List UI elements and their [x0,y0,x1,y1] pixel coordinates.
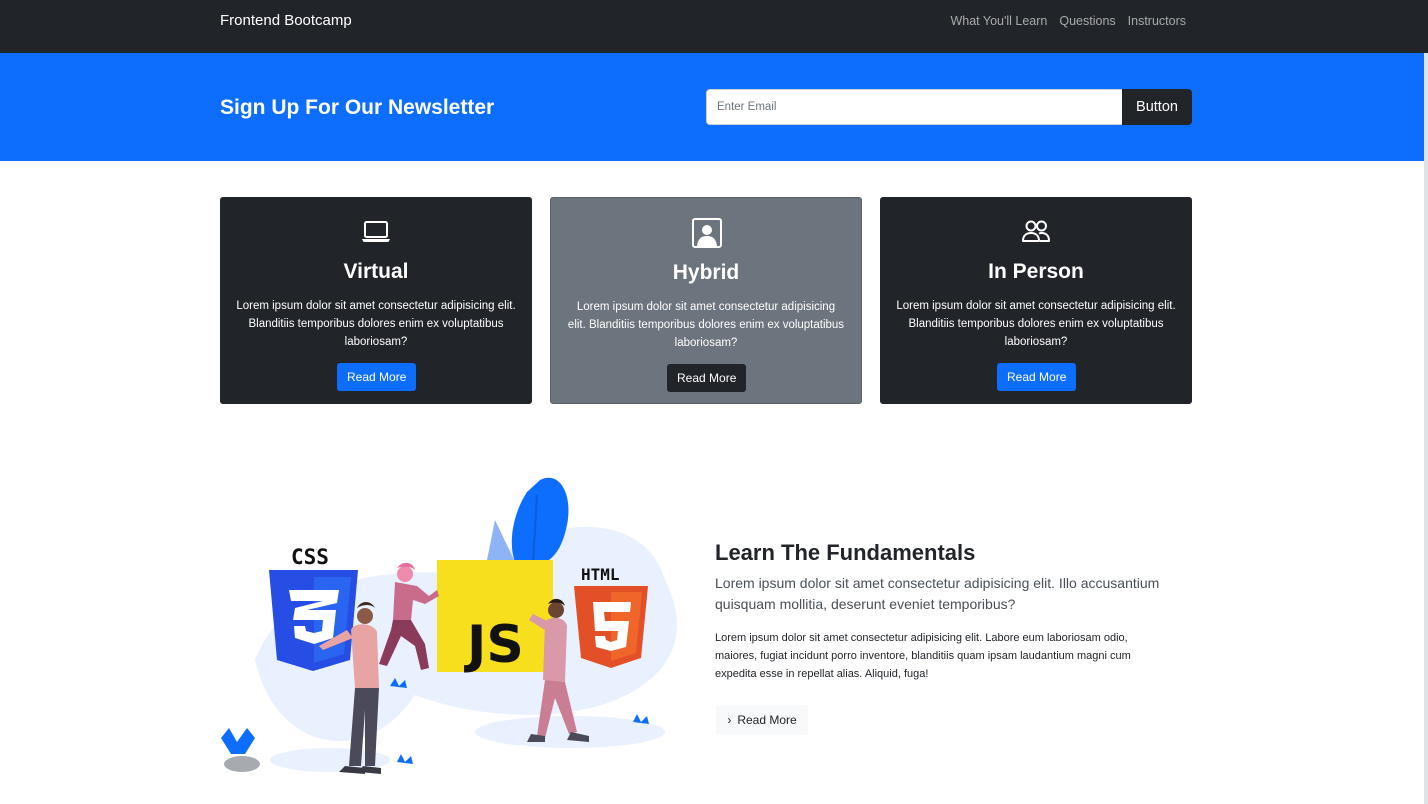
card-text: Lorem ipsum dolor sit amet consectetur a… [236,300,516,348]
nav-link-questions[interactable]: Questions [1059,12,1115,30]
card-read-more-button[interactable]: Read More [667,364,747,392]
svg-text:CSS: CSS [291,545,329,569]
card-virtual: Virtual Lorem ipsum dolor sit amet conse… [220,197,532,404]
brand-link[interactable]: Frontend Bootcamp [220,11,352,31]
newsletter-title: Sign Up For Our Newsletter [220,96,495,119]
plant-decoration [221,728,255,754]
card-title: In Person [988,260,1084,283]
learn-title: Learn The Fundamentals [715,540,976,565]
nav-link-instructors[interactable]: Instructors [1128,12,1186,30]
css-logo: CSS [269,545,358,671]
newsletter-submit-button[interactable]: Button [1122,89,1192,125]
email-input[interactable] [706,89,1122,125]
nav-link-what-youll-learn[interactable]: What You'll Learn [950,12,1047,30]
learn-read-more-label: Read More [737,713,797,727]
scrollbar[interactable] [1424,53,1428,804]
card-text: Lorem ipsum dolor sit amet consectetur a… [567,301,845,349]
card-title: Virtual [343,260,409,283]
nav-links: What You'll Learn Questions Instructors [950,12,1186,30]
learn-body-text: Lorem ipsum dolor sit amet consectetur a… [715,632,1131,680]
svg-text:HTML: HTML [581,565,620,584]
card-in-person: In Person Lorem ipsum dolor sit amet con… [880,197,1192,404]
boxes-section: Virtual Lorem ipsum dolor sit amet conse… [220,197,1192,404]
person-square-icon [692,218,722,248]
card-title: Hybrid [672,261,740,284]
card-text: Lorem ipsum dolor sit amet consectetur a… [896,300,1176,348]
fundamentals-illustration: CSS JS HTML [221,477,677,774]
card-read-more-button[interactable]: Read More [997,363,1077,391]
svg-text:JS: JS [464,615,524,675]
card-hybrid: Hybrid Lorem ipsum dolor sit amet consec… [550,197,862,404]
navbar: Frontend Bootcamp What You'll Learn Ques… [0,0,1428,53]
newsletter-section: Sign Up For Our Newsletter Button [0,53,1424,161]
learn-read-more-button[interactable]: › Read More [716,705,808,735]
learn-lead-text: Lorem ipsum dolor sit amet consectetur a… [715,575,1160,612]
card-read-more-button[interactable]: Read More [337,363,417,391]
people-icon [1022,220,1050,242]
chevron-right-icon: › [727,713,732,727]
laptop-icon [362,221,390,242]
